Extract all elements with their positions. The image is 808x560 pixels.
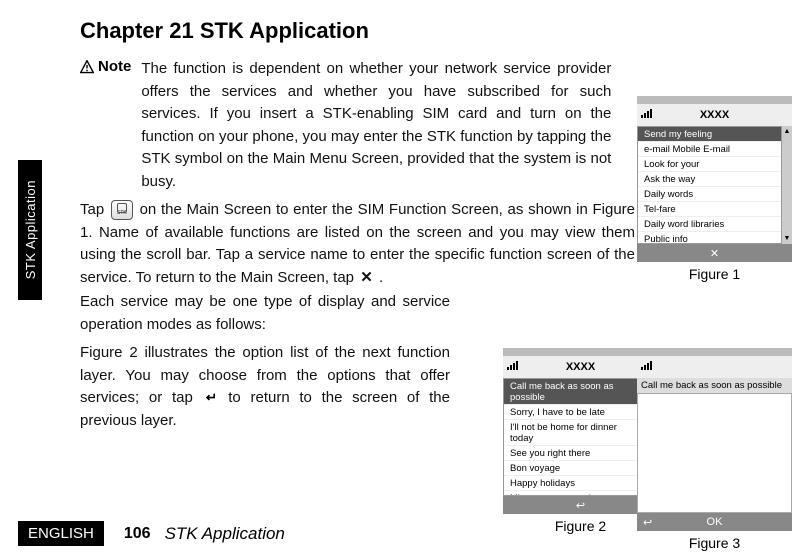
figure2-list[interactable]: Call me back as soon as possible Sorry, …	[503, 378, 648, 496]
list-item[interactable]: Sorry, I have to be late	[504, 405, 647, 420]
figure3-body	[637, 393, 792, 513]
signal-icon	[507, 360, 523, 370]
bottombar: ✕	[637, 244, 792, 262]
para1-end: .	[379, 269, 383, 286]
note-label-text: Note	[98, 58, 131, 75]
list-item[interactable]: Call me back as soon as possible	[504, 379, 647, 405]
titlebar: XXXX	[637, 104, 792, 126]
ok-button[interactable]: OK	[707, 516, 723, 528]
note-label: Note	[80, 58, 131, 75]
figure1-list[interactable]: Send my feeling e-mail Mobile E-mail Loo…	[637, 126, 782, 244]
paragraph-1: Tap STK on the Main Screen to enter the …	[80, 199, 635, 289]
statusbar	[637, 96, 792, 104]
warning-icon	[80, 60, 94, 74]
scroll-down-icon[interactable]: ▼	[784, 235, 791, 242]
list-item[interactable]: Public info	[638, 232, 781, 244]
statusbar	[503, 348, 658, 356]
figure3-message: Call me back as soon as possible	[637, 378, 792, 393]
figure2-title: XXXX	[566, 361, 595, 373]
bottombar: ↩ OK	[637, 513, 792, 531]
footer-section: STK Application	[165, 524, 285, 544]
paragraph-2: Each service may be one type of display …	[80, 291, 450, 336]
figure2-caption: Figure 2	[503, 518, 658, 534]
language-badge: ENGLISH	[18, 521, 104, 546]
paragraph-3: Figure 2 illustrates the option list of …	[80, 342, 450, 432]
figure-3: . Call me back as soon as possible ↩ OK …	[637, 348, 792, 551]
page-number: 106	[124, 525, 151, 543]
list-item[interactable]: Ask the way	[638, 172, 781, 187]
scrollbar[interactable]: ▲▼	[782, 126, 792, 244]
figure1-title: XXXX	[700, 109, 729, 121]
side-tab-label: STK Application	[23, 180, 38, 279]
figure3-caption: Figure 3	[637, 535, 792, 551]
para1-pre: Tap	[80, 201, 109, 218]
scroll-up-icon[interactable]: ▲	[784, 128, 791, 135]
list-item[interactable]: Daily word libraries	[638, 217, 781, 232]
back-icon[interactable]: ↩	[643, 516, 652, 529]
list-item[interactable]: Daily words	[638, 187, 781, 202]
list-item[interactable]: Tel-fare	[638, 202, 781, 217]
list-item[interactable]: Happy holidays	[504, 476, 647, 491]
back-icon[interactable]: ↩	[576, 499, 585, 512]
note-text: The function is dependent on whether you…	[141, 58, 611, 193]
titlebar: .	[637, 356, 792, 378]
list-item[interactable]: Look for your	[638, 157, 781, 172]
list-item[interactable]: I'll not be home for dinner today	[504, 420, 647, 446]
list-item[interactable]: Bon voyage	[504, 461, 647, 476]
footer: ENGLISH 106 STK Application	[18, 521, 285, 546]
figure1-caption: Figure 1	[637, 266, 792, 282]
chapter-title: Chapter 21 STK Application	[80, 18, 788, 44]
back-arrow-icon	[203, 392, 219, 403]
signal-icon	[641, 108, 657, 118]
signal-icon	[641, 360, 657, 370]
figure-2: XXXX Call me back as soon as possible So…	[503, 348, 658, 534]
close-icon: ✕	[358, 267, 375, 290]
figure-1: XXXX Send my feeling e-mail Mobile E-mai…	[637, 96, 792, 282]
close-icon[interactable]: ✕	[710, 247, 719, 260]
bottombar: ↩	[503, 496, 658, 514]
list-item[interactable]: e-mail Mobile E-mail	[638, 142, 781, 157]
stk-icon: STK	[111, 200, 133, 220]
side-tab: STK Application	[18, 160, 42, 300]
list-item[interactable]: Send my feeling	[638, 127, 781, 142]
list-item[interactable]: See you right there	[504, 446, 647, 461]
statusbar	[637, 348, 792, 356]
titlebar: XXXX	[503, 356, 658, 378]
